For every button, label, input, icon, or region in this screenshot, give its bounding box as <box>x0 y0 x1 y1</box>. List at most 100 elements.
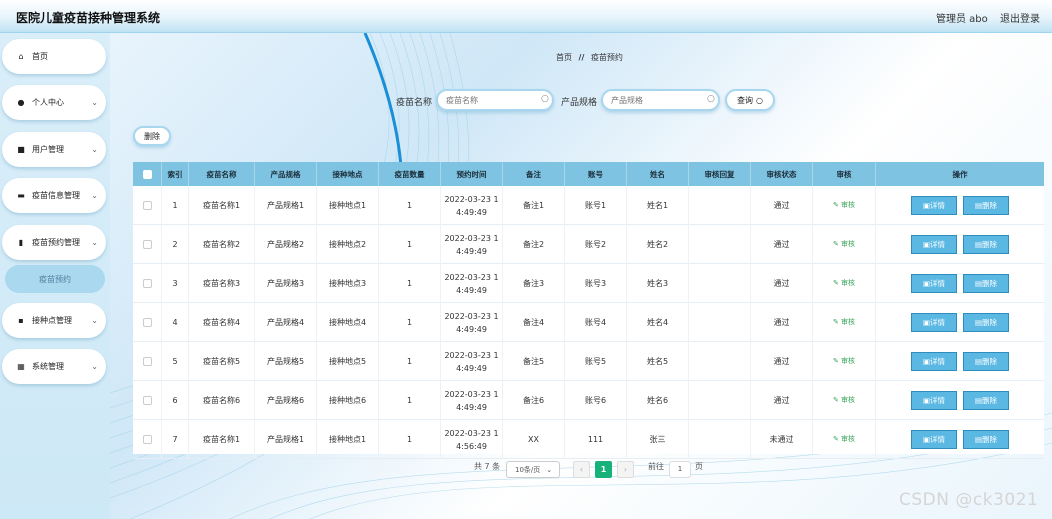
delete-button[interactable]: ▤ 删除 <box>963 391 1009 410</box>
cell-reply <box>689 303 751 342</box>
delete-button[interactable]: ▤ 删除 <box>963 430 1009 449</box>
cell-index: 3 <box>162 264 189 303</box>
audit-link[interactable]: ✎ 审核 <box>833 238 855 251</box>
cell-note: 备注1 <box>503 186 565 225</box>
cell-spec: 产品规格5 <box>255 342 317 381</box>
header-status: 审核状态 <box>751 162 813 186</box>
cell-spec: 产品规格1 <box>255 420 317 459</box>
row-checkbox[interactable] <box>142 357 152 366</box>
cell-spec: 产品规格1 <box>255 186 317 225</box>
cell-status: 通过 <box>751 342 813 381</box>
cell-place: 接种地点1 <box>317 420 379 459</box>
time-text: 2022-03-23 1 4:49:49 <box>444 194 499 217</box>
row-checkbox[interactable] <box>142 396 152 405</box>
audit-link[interactable]: ✎ 审核 <box>833 316 855 329</box>
comment-icon: ▬ <box>17 191 25 200</box>
sidebar-item-user-management[interactable]: ■ 用户管理 ⌄ <box>2 132 106 167</box>
header-note: 备注 <box>503 162 565 186</box>
query-button-label: 查询 <box>737 95 753 105</box>
row-checkbox[interactable] <box>142 279 152 288</box>
sidebar-item-site-management[interactable]: ▪ 接种点管理 ⌄ <box>2 303 106 338</box>
sidebar-item-vaccine-booking[interactable]: ▮ 疫苗预约管理 ⌄ <box>2 225 106 260</box>
cell-spec: 产品规格4 <box>255 303 317 342</box>
time-text: 2022-03-23 1 4:49:49 <box>444 272 499 295</box>
detail-button[interactable]: ▣ 详情 <box>911 196 957 215</box>
next-page-button[interactable]: › <box>617 461 634 478</box>
breadcrumb-separator: // <box>578 53 585 62</box>
time-text: 2022-03-23 1 4:49:49 <box>444 350 499 373</box>
detail-button[interactable]: ▣ 详情 <box>911 430 957 449</box>
sidebar-item-system-management[interactable]: ▦ 系统管理 ⌄ <box>2 349 106 384</box>
delete-button[interactable]: ▤ 删除 <box>963 196 1009 215</box>
detail-button[interactable]: ▣ 详情 <box>911 274 957 293</box>
cell-vaccine-name: 疫苗名称1 <box>189 420 255 459</box>
sidebar-item-vaccine-info[interactable]: ▬ 疫苗信息管理 ⌄ <box>2 178 106 213</box>
row-checkbox[interactable] <box>142 435 152 444</box>
cell-time: 2022-03-23 1 4:49:49 <box>441 225 503 264</box>
delete-button[interactable]: ▤ 删除 <box>963 352 1009 371</box>
sidebar-item-home[interactable]: ⌂ 首页 <box>2 39 106 74</box>
sidebar-item-personal-center[interactable]: ● 个人中心 ⌄ <box>2 85 106 120</box>
vaccine-name-input[interactable] <box>436 89 554 111</box>
cell-audit: ✎ 审核 <box>813 381 876 420</box>
breadcrumb: 首页 // 疫苗预约 <box>556 52 623 63</box>
admin-label: 管理员 abo <box>936 14 988 25</box>
cell-person: 姓名4 <box>627 303 689 342</box>
delete-button[interactable]: ▤ 删除 <box>963 274 1009 293</box>
cell-reply <box>689 186 751 225</box>
booking-table: 索引 疫苗名称 产品规格 接种地点 疫苗数量 预约时间 备注 账号 姓名 审核回… <box>133 162 1044 459</box>
row-checkbox[interactable] <box>142 318 152 327</box>
page-size-value: 10条/页 <box>515 465 541 474</box>
detail-button[interactable]: ▣ 详情 <box>911 391 957 410</box>
cell-time: 2022-03-23 1 4:49:49 <box>441 186 503 225</box>
detail-button[interactable]: ▣ 详情 <box>911 313 957 332</box>
page-unit-label: 页 <box>695 462 703 471</box>
cell-reply <box>689 225 751 264</box>
cell-audit: ✎ 审核 <box>813 225 876 264</box>
cell-place: 接种地点2 <box>317 225 379 264</box>
row-checkbox[interactable] <box>142 240 152 249</box>
audit-link[interactable]: ✎ 审核 <box>833 199 855 212</box>
cell-index: 2 <box>162 225 189 264</box>
select-all-checkbox[interactable] <box>142 169 152 179</box>
cell-time: 2022-03-23 1 4:49:49 <box>441 342 503 381</box>
cell-note: 备注3 <box>503 264 565 303</box>
cell-audit: ✎ 审核 <box>813 342 876 381</box>
detail-button[interactable]: ▣ 详情 <box>911 352 957 371</box>
detail-button[interactable]: ▣ 详情 <box>911 235 957 254</box>
cell-note: XX <box>503 420 565 459</box>
cell-actions: ▣ 详情 ▤ 删除 <box>876 342 1044 381</box>
delete-button[interactable]: ▤ 删除 <box>963 313 1009 332</box>
audit-link[interactable]: ✎ 审核 <box>833 355 855 368</box>
goto-page-input[interactable]: 1 <box>669 461 691 478</box>
cell-index: 1 <box>162 186 189 225</box>
breadcrumb-home[interactable]: 首页 <box>556 53 572 62</box>
logout-link[interactable]: 退出登录 <box>1000 10 1040 25</box>
delete-button[interactable]: ▤ 删除 <box>963 235 1009 254</box>
audit-link[interactable]: ✎ 审核 <box>833 277 855 290</box>
cell-status: 通过 <box>751 225 813 264</box>
audit-link[interactable]: ✎ 审核 <box>833 433 855 446</box>
row-checkbox[interactable] <box>142 201 152 210</box>
cell-audit: ✎ 审核 <box>813 264 876 303</box>
query-button[interactable]: 查询 ○ <box>725 89 775 111</box>
table-row: 2 疫苗名称2 产品规格2 接种地点2 1 2022-03-23 1 4:49:49 备注2 账… <box>133 225 1044 264</box>
cell-spec: 产品规格6 <box>255 381 317 420</box>
page-size-select[interactable]: 10条/页 ⌄ <box>506 461 560 478</box>
page-number-current[interactable]: 1 <box>595 461 612 478</box>
cell-person: 姓名2 <box>627 225 689 264</box>
submenu-vaccine-booking[interactable]: 疫苗预约 <box>5 265 105 293</box>
chevron-down-icon: ⌄ <box>91 316 98 325</box>
prev-page-button[interactable]: ‹ <box>573 461 590 478</box>
batch-delete-button[interactable]: 删除 <box>133 126 171 146</box>
audit-link[interactable]: ✎ 审核 <box>833 394 855 407</box>
table-row: 4 疫苗名称4 产品规格4 接种地点4 1 2022-03-23 1 4:49:49 备注4 账… <box>133 303 1044 342</box>
cell-status: 通过 <box>751 264 813 303</box>
chevron-down-icon: ⌄ <box>91 238 98 247</box>
chevron-down-icon: ⌄ <box>91 145 98 154</box>
product-spec-input[interactable] <box>601 89 720 111</box>
table-row: 1 疫苗名称1 产品规格1 接种地点1 1 2022-03-23 1 4:49:49 备注1 账… <box>133 186 1044 225</box>
cell-person: 张三 <box>627 420 689 459</box>
cell-place: 接种地点4 <box>317 303 379 342</box>
row-checkbox-cell <box>133 381 162 420</box>
